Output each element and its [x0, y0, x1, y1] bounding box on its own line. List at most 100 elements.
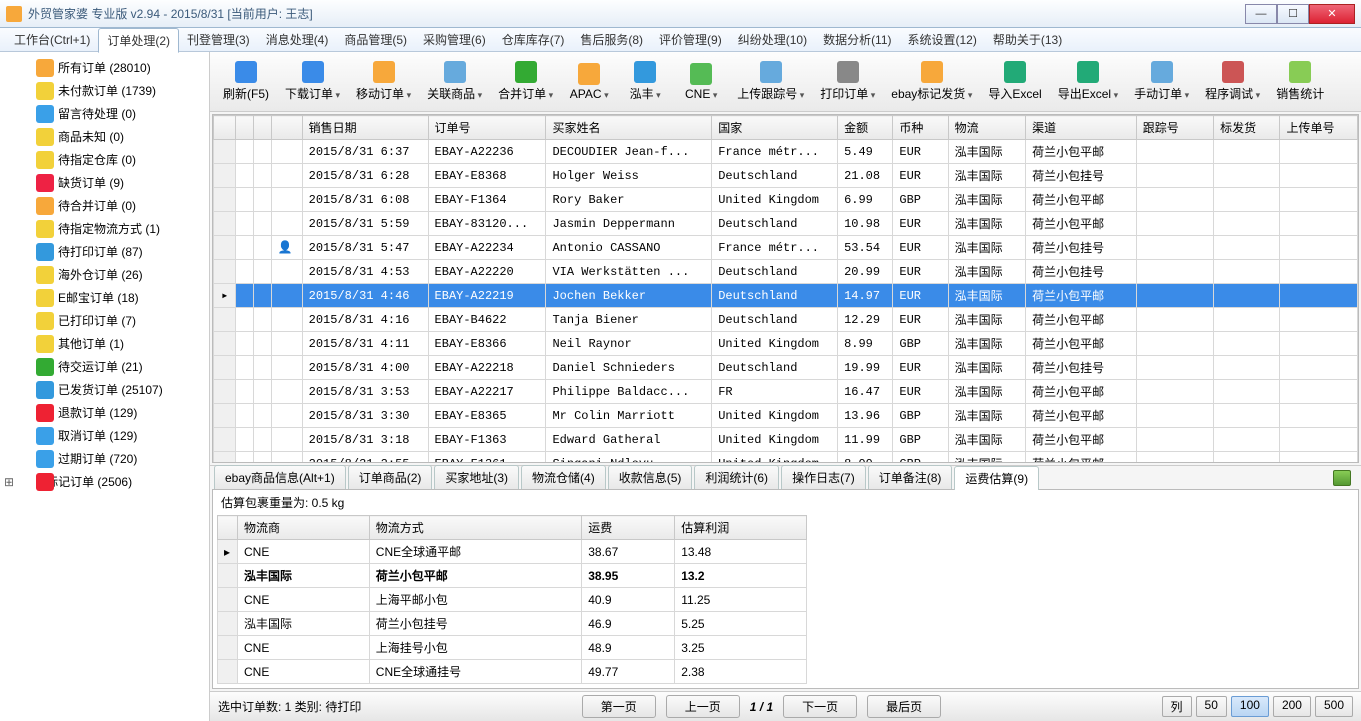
- column-header[interactable]: 标发货: [1214, 116, 1280, 140]
- sidebar-item[interactable]: 待指定仓库 (0): [0, 148, 209, 171]
- pager-last[interactable]: 最后页: [867, 695, 941, 718]
- detail-tab[interactable]: 订单备注(8): [868, 465, 953, 489]
- toolbar-button[interactable]: APAC: [562, 55, 616, 109]
- est-column-header[interactable]: 运费: [582, 516, 675, 540]
- window-close[interactable]: ✕: [1309, 4, 1355, 24]
- column-header[interactable]: 金额: [838, 116, 893, 140]
- pager-prev[interactable]: 上一页: [666, 695, 740, 718]
- order-row[interactable]: 2015/8/31 3:53EBAY-A22217Philippe Baldac…: [214, 380, 1358, 404]
- sidebar-item[interactable]: 过期订单 (720): [0, 447, 209, 470]
- column-header[interactable]: [271, 116, 302, 140]
- pager-next[interactable]: 下一页: [783, 695, 857, 718]
- page-size-button[interactable]: 50: [1196, 696, 1227, 717]
- sidebar-item[interactable]: 取消订单 (129): [0, 424, 209, 447]
- menu-item[interactable]: 售后服务(8): [572, 28, 651, 51]
- menu-item[interactable]: 工作台(Ctrl+1): [6, 28, 98, 51]
- page-size-button[interactable]: 列: [1162, 696, 1192, 717]
- order-row[interactable]: 2015/8/31 2:55EBAY-F1361Singani NdlovuUn…: [214, 452, 1358, 464]
- order-row[interactable]: 2015/8/31 4:53EBAY-A22220VIA Werkstätten…: [214, 260, 1358, 284]
- estimate-row[interactable]: ▸CNECNE全球通平邮38.6713.48: [218, 540, 807, 564]
- toolbar-button[interactable]: 上传跟踪号: [730, 55, 811, 109]
- pager-first[interactable]: 第一页: [582, 695, 656, 718]
- column-header[interactable]: 订单号: [428, 116, 546, 140]
- menu-item[interactable]: 评价管理(9): [651, 28, 730, 51]
- order-row[interactable]: 2015/8/31 3:30EBAY-E8365Mr Colin Marriot…: [214, 404, 1358, 428]
- order-row[interactable]: 2015/8/31 4:11EBAY-E8366Neil RaynorUnite…: [214, 332, 1358, 356]
- detail-tab[interactable]: 买家地址(3): [434, 465, 519, 489]
- menu-item[interactable]: 商品管理(5): [336, 28, 415, 51]
- toolbar-button[interactable]: 泓丰: [618, 55, 672, 109]
- toolbar-button[interactable]: 销售统计: [1269, 55, 1331, 109]
- toolbar-button[interactable]: 导入Excel: [981, 55, 1048, 109]
- detail-tab[interactable]: 操作日志(7): [781, 465, 866, 489]
- column-header[interactable]: 买家姓名: [546, 116, 712, 140]
- menu-item[interactable]: 消息处理(4): [258, 28, 337, 51]
- menu-item[interactable]: 数据分析(11): [815, 28, 899, 51]
- sidebar-item[interactable]: 待交运订单 (21): [0, 355, 209, 378]
- estimate-grid[interactable]: 物流商物流方式运费估算利润▸CNECNE全球通平邮38.6713.48泓丰国际荷…: [217, 515, 807, 684]
- book-icon[interactable]: [1333, 470, 1351, 486]
- menu-item[interactable]: 系统设置(12): [900, 28, 985, 51]
- sidebar-item[interactable]: E邮宝订单 (18): [0, 286, 209, 309]
- sidebar-item[interactable]: 待指定物流方式 (1): [0, 217, 209, 240]
- sidebar-item[interactable]: 待打印订单 (87): [0, 240, 209, 263]
- column-header[interactable]: 上传单号: [1280, 116, 1358, 140]
- page-size-button[interactable]: 100: [1231, 696, 1269, 717]
- sidebar-item[interactable]: 所有订单 (28010): [0, 56, 209, 79]
- order-row[interactable]: 2015/8/31 6:28EBAY-E8368Holger WeissDeut…: [214, 164, 1358, 188]
- column-header[interactable]: 渠道: [1026, 116, 1137, 140]
- order-row[interactable]: 2015/8/31 6:37EBAY-A22236DECOUDIER Jean-…: [214, 140, 1358, 164]
- order-row[interactable]: 👤2015/8/31 5:47EBAY-A22234Antonio CASSAN…: [214, 236, 1358, 260]
- menu-item[interactable]: 仓库库存(7): [494, 28, 573, 51]
- page-size-button[interactable]: 200: [1273, 696, 1311, 717]
- toolbar-button[interactable]: 程序调试: [1198, 55, 1267, 109]
- est-column-header[interactable]: 估算利润: [675, 516, 807, 540]
- estimate-row[interactable]: CNECNE全球通挂号49.772.38: [218, 660, 807, 684]
- detail-tab[interactable]: 收款信息(5): [608, 465, 693, 489]
- window-maximize[interactable]: ☐: [1277, 4, 1309, 24]
- toolbar-button[interactable]: 合并订单: [491, 55, 560, 109]
- menu-item[interactable]: 纠纷处理(10): [730, 28, 815, 51]
- sidebar-item[interactable]: 商品未知 (0): [0, 125, 209, 148]
- toolbar-button[interactable]: 导出Excel: [1051, 55, 1125, 109]
- toolbar-button[interactable]: 移动订单: [349, 55, 418, 109]
- est-column-header[interactable]: 物流商: [238, 516, 370, 540]
- column-header[interactable]: 销售日期: [302, 116, 428, 140]
- sidebar-item[interactable]: 留言待处理 (0): [0, 102, 209, 125]
- page-size-button[interactable]: 500: [1315, 696, 1353, 717]
- menu-item[interactable]: 订单处理(2): [98, 28, 179, 53]
- column-header[interactable]: [214, 116, 236, 140]
- order-row[interactable]: 2015/8/31 5:59EBAY-83120...Jasmin Depper…: [214, 212, 1358, 236]
- toolbar-button[interactable]: 打印订单: [813, 55, 882, 109]
- menu-item[interactable]: 刊登管理(3): [179, 28, 258, 51]
- toolbar-button[interactable]: CNE: [674, 55, 728, 109]
- order-row[interactable]: 2015/8/31 3:18EBAY-F1363Edward GatheralU…: [214, 428, 1358, 452]
- sidebar-item[interactable]: 已打印订单 (7): [0, 309, 209, 332]
- menu-item[interactable]: 采购管理(6): [415, 28, 494, 51]
- column-header[interactable]: 跟踪号: [1136, 116, 1213, 140]
- detail-tab[interactable]: 物流仓储(4): [521, 465, 606, 489]
- column-header[interactable]: [254, 116, 272, 140]
- column-header[interactable]: 币种: [893, 116, 948, 140]
- column-header[interactable]: [236, 116, 254, 140]
- order-row[interactable]: 2015/8/31 6:08EBAY-F1364Rory BakerUnited…: [214, 188, 1358, 212]
- order-row[interactable]: ▸2015/8/31 4:46EBAY-A22219Jochen BekkerD…: [214, 284, 1358, 308]
- sidebar-item[interactable]: 已发货订单 (25107): [0, 378, 209, 401]
- estimate-row[interactable]: CNE上海挂号小包48.93.25: [218, 636, 807, 660]
- sidebar-item[interactable]: 未付款订单 (1739): [0, 79, 209, 102]
- estimate-row[interactable]: CNE上海平邮小包40.911.25: [218, 588, 807, 612]
- estimate-row[interactable]: 泓丰国际荷兰小包挂号46.95.25: [218, 612, 807, 636]
- toolbar-button[interactable]: 刷新(F5): [216, 55, 276, 109]
- est-column-header[interactable]: 物流方式: [369, 516, 581, 540]
- sidebar-item[interactable]: 其他订单 (1): [0, 332, 209, 355]
- detail-tab[interactable]: 订单商品(2): [348, 465, 433, 489]
- toolbar-button[interactable]: ebay标记发货: [884, 55, 979, 109]
- toolbar-button[interactable]: 下载订单: [278, 55, 347, 109]
- detail-tab[interactable]: 利润统计(6): [694, 465, 779, 489]
- window-minimize[interactable]: —: [1245, 4, 1277, 24]
- column-header[interactable]: 国家: [712, 116, 838, 140]
- toolbar-button[interactable]: 手动订单: [1127, 55, 1196, 109]
- detail-tab[interactable]: 运费估算(9): [954, 466, 1039, 490]
- estimate-row[interactable]: 泓丰国际荷兰小包平邮38.9513.2: [218, 564, 807, 588]
- sidebar-item[interactable]: 缺货订单 (9): [0, 171, 209, 194]
